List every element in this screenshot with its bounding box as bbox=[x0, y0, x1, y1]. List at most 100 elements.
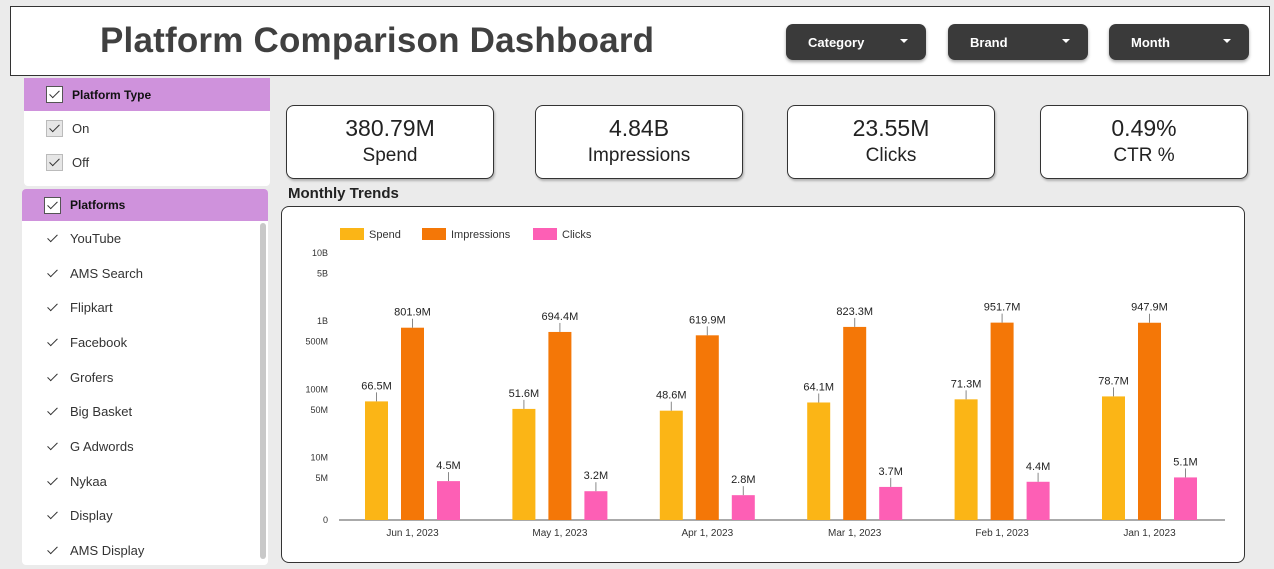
y-tick-label: 50M bbox=[310, 405, 328, 415]
bar bbox=[437, 481, 460, 520]
bar bbox=[807, 402, 831, 520]
bar bbox=[1026, 481, 1050, 520]
checkmark-icon[interactable] bbox=[44, 403, 61, 420]
x-tick-label: Jun 1, 2023 bbox=[386, 528, 439, 539]
x-tick-label: Mar 1, 2023 bbox=[828, 528, 882, 539]
checkmark-icon[interactable] bbox=[44, 542, 61, 559]
kpi-card-clicks: 23.55M Clicks bbox=[787, 105, 995, 179]
chart-svg: Spend Impressions Clicks 0 5M 10M 50M 100M 500M 1… bbox=[305, 228, 1225, 539]
y-tick-label: 10B bbox=[312, 248, 328, 258]
data-label: 2.8M bbox=[731, 474, 755, 486]
platform-type-item-off[interactable]: Off bbox=[24, 145, 270, 179]
kpi-value: 0.49% bbox=[1111, 115, 1177, 141]
category-dropdown[interactable]: Category bbox=[786, 24, 926, 60]
bar bbox=[954, 399, 978, 520]
platform-item-facebook[interactable]: Facebook bbox=[22, 325, 268, 360]
data-label: 5.1M bbox=[1173, 456, 1197, 468]
platform-item-flipkart[interactable]: Flipkart bbox=[22, 290, 268, 325]
platforms-select-all[interactable]: Platforms bbox=[22, 189, 268, 221]
bar bbox=[879, 486, 903, 520]
checkbox-icon[interactable] bbox=[46, 86, 63, 103]
bar bbox=[548, 331, 572, 520]
y-tick-label: 10M bbox=[310, 452, 328, 462]
monthly-trends-chart: Spend Impressions Clicks 0 5M 10M 50M 100M 500M 1… bbox=[281, 206, 1245, 563]
kpi-label: CTR % bbox=[1113, 145, 1175, 166]
bar bbox=[659, 410, 683, 520]
platform-item-grofers[interactable]: Grofers bbox=[22, 360, 268, 395]
chevron-down-icon bbox=[1062, 39, 1070, 43]
filter-item-label: Flipkart bbox=[70, 300, 113, 316]
platform-item-big-basket[interactable]: Big Basket bbox=[22, 394, 268, 429]
checkbox-icon[interactable] bbox=[44, 196, 61, 214]
checkmark-icon[interactable] bbox=[44, 507, 61, 524]
platform-type-select-all[interactable]: Platform Type bbox=[24, 78, 270, 111]
platform-item-ams-search[interactable]: AMS Search bbox=[22, 256, 268, 291]
legend-swatch bbox=[340, 228, 364, 240]
filter-item-label: Facebook bbox=[70, 334, 128, 350]
dashboard-header: Platform Comparison Dashboard Category B… bbox=[10, 6, 1270, 76]
filter-item-label: On bbox=[72, 120, 90, 136]
y-tick-label: 0 bbox=[323, 515, 328, 525]
platform-item-nykaa[interactable]: Nykaa bbox=[22, 464, 268, 499]
checkmark-icon[interactable] bbox=[44, 369, 61, 386]
data-label: 66.5M bbox=[361, 380, 392, 392]
kpi-card-ctr: 0.49% CTR % bbox=[1040, 105, 1248, 179]
bar bbox=[401, 327, 424, 520]
platforms-filter: Platforms YouTube AMS Search Flipkart Fa… bbox=[22, 189, 268, 565]
filter-item-label: YouTube bbox=[70, 230, 122, 246]
platform-item-youtube[interactable]: YouTube bbox=[22, 221, 268, 256]
filter-item-label: G Adwords bbox=[70, 438, 134, 454]
checkbox-icon[interactable] bbox=[46, 153, 63, 171]
legend-label: Spend bbox=[369, 229, 401, 241]
filter-item-label: Off bbox=[72, 154, 90, 170]
data-label: 48.6M bbox=[656, 390, 687, 402]
filter-item-label: Grofers bbox=[70, 369, 114, 385]
platform-type-filter: Platform Type On Off bbox=[24, 78, 270, 186]
checkmark-icon[interactable] bbox=[44, 230, 61, 247]
bar bbox=[990, 322, 1014, 520]
month-dropdown[interactable]: Month bbox=[1109, 24, 1249, 60]
data-label: 4.4M bbox=[1026, 461, 1050, 473]
platform-item-ams-display[interactable]: AMS Display bbox=[22, 533, 268, 565]
kpi-value: 380.79M bbox=[345, 115, 435, 141]
brand-dropdown[interactable]: Brand bbox=[948, 24, 1088, 60]
chevron-down-icon bbox=[1223, 39, 1231, 43]
checkmark-icon[interactable] bbox=[44, 438, 61, 455]
filter-item-label: Nykaa bbox=[70, 473, 107, 489]
data-label: 71.3M bbox=[951, 378, 982, 390]
platform-item-g-adwords[interactable]: G Adwords bbox=[22, 429, 268, 464]
checkmark-icon[interactable] bbox=[44, 473, 61, 490]
platform-type-header: Platform Type bbox=[72, 87, 152, 102]
x-tick-label: May 1, 2023 bbox=[532, 528, 587, 539]
month-dropdown-label: Month bbox=[1131, 34, 1170, 50]
bar bbox=[1102, 396, 1125, 520]
y-tick-label: 1B bbox=[317, 316, 328, 326]
legend-label: Impressions bbox=[451, 229, 511, 241]
data-label: 823.3M bbox=[836, 306, 873, 318]
platform-item-display[interactable]: Display bbox=[22, 499, 268, 534]
data-label: 951.7M bbox=[984, 302, 1021, 314]
bar bbox=[512, 408, 536, 520]
checkbox-icon[interactable] bbox=[46, 119, 63, 137]
page-title: Platform Comparison Dashboard bbox=[100, 21, 655, 60]
data-label: 619.9M bbox=[689, 314, 726, 326]
legend-swatch bbox=[422, 228, 446, 240]
bar bbox=[1138, 322, 1161, 520]
filter-item-label: AMS Display bbox=[70, 543, 145, 559]
checkmark-icon[interactable] bbox=[44, 299, 61, 316]
data-label: 3.7M bbox=[878, 466, 902, 478]
data-label: 694.4M bbox=[542, 311, 579, 323]
bar bbox=[365, 401, 388, 520]
scrollbar[interactable] bbox=[260, 223, 266, 559]
bar bbox=[1174, 477, 1197, 520]
x-tick-label: Apr 1, 2023 bbox=[681, 528, 733, 539]
checkmark-icon[interactable] bbox=[44, 334, 61, 351]
brand-dropdown-label: Brand bbox=[970, 34, 1008, 50]
y-tick-label: 100M bbox=[305, 384, 328, 394]
checkmark-icon[interactable] bbox=[44, 265, 61, 282]
platform-type-item-on[interactable]: On bbox=[24, 111, 270, 145]
y-tick-label: 5M bbox=[315, 473, 328, 483]
kpi-value: 4.84B bbox=[608, 115, 670, 141]
data-label: 3.2M bbox=[584, 470, 608, 482]
data-label: 947.9M bbox=[1131, 302, 1168, 314]
